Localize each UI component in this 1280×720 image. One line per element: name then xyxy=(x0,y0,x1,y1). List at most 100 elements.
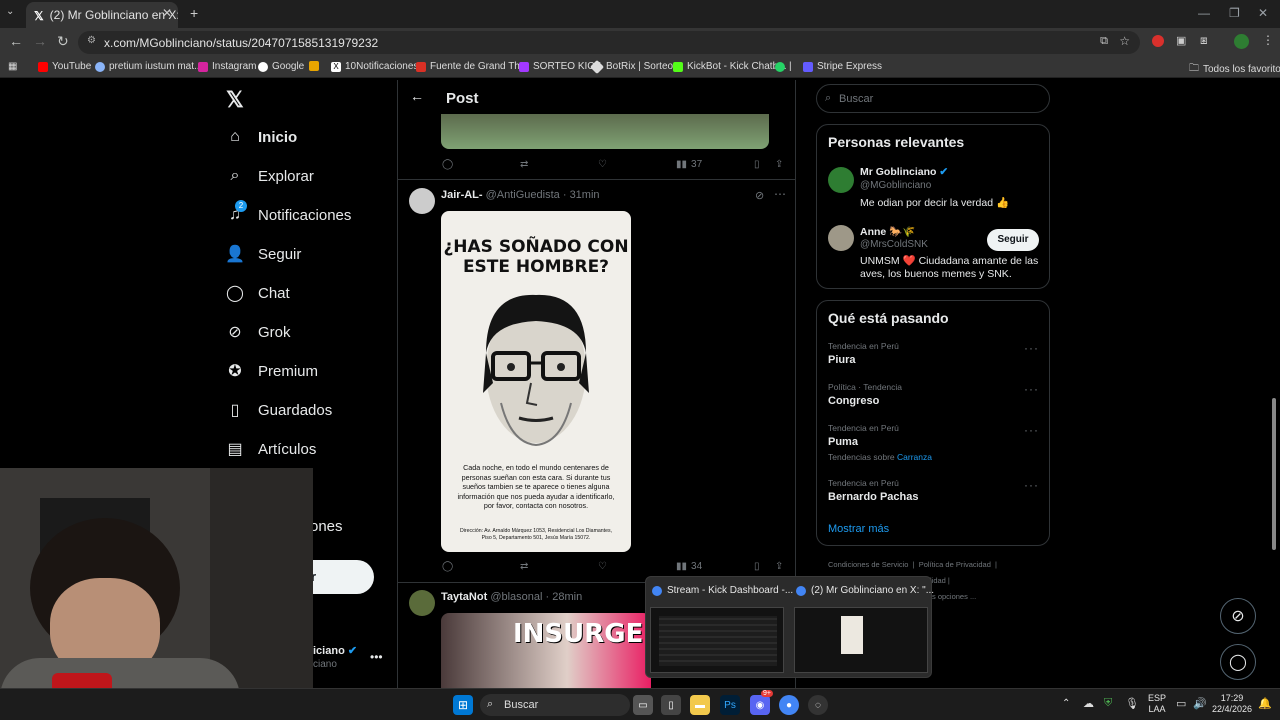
sidebar-item-premium[interactable]: ✪ Premium xyxy=(226,362,318,381)
person-handle[interactable]: @MGoblinciano xyxy=(860,180,931,191)
like-icon[interactable]: ♡ xyxy=(598,561,607,572)
microphone-icon[interactable]: 🎙 xyxy=(1125,697,1139,710)
follow-button[interactable]: Seguir xyxy=(987,229,1039,251)
post-time[interactable]: · 31min xyxy=(563,189,600,201)
sidebar-item-guardados[interactable]: ▯ Guardados xyxy=(226,401,333,420)
bookmark-fuente[interactable]: Fuente de Grand Th... xyxy=(416,61,528,72)
back-icon[interactable]: ← xyxy=(9,33,23,49)
thumbnail-window[interactable]: (2) Mr Goblinciano en X: "... xyxy=(796,585,934,596)
security-icon[interactable]: ⛨ xyxy=(1104,697,1112,710)
minimize-icon[interactable]: — xyxy=(1198,6,1210,20)
bookmark-10notificaciones[interactable]: X 10Notificaciones xyxy=(331,61,418,72)
install-app-icon[interactable]: ⧉ xyxy=(1100,35,1108,48)
onedrive-icon[interactable]: ☁ xyxy=(1083,697,1094,710)
x-logo-icon[interactable]: 𝕏 xyxy=(226,87,244,113)
trend-item[interactable]: Política · Tendencia Congreso xyxy=(828,382,902,407)
bookmark-botrix[interactable]: BotRix | Sorteos xyxy=(589,59,678,74)
sidebar-item-explorar[interactable]: ⌕ Explorar xyxy=(226,167,314,185)
grok-explain-icon[interactable]: ⊘ xyxy=(755,189,764,202)
reply2-media[interactable]: INSURGEN xyxy=(441,613,651,688)
language-indicator[interactable]: ESP LAA xyxy=(1148,693,1166,715)
bookmark-google[interactable]: Google xyxy=(258,61,304,72)
trend-more-icon[interactable]: ··· xyxy=(1024,423,1039,437)
url-bar[interactable]: ⚙ x.com/MGoblinciano/status/204707158513… xyxy=(78,31,1140,54)
post-time[interactable]: · 28min xyxy=(546,591,583,603)
bookmark-star-icon[interactable]: ☆ xyxy=(1119,34,1130,48)
browser-tab-active[interactable]: 𝕏 (2) Mr Goblinciano en X: "@Mrs ✕ xyxy=(26,2,178,28)
trend-item[interactable]: Tendencia en Perú Puma Tendencias sobre Ca… xyxy=(828,423,932,462)
window-close-icon[interactable]: ✕ xyxy=(1258,6,1268,20)
sidebar-item-grok[interactable]: ⊘ Grok xyxy=(226,323,290,342)
site-info-icon[interactable]: ⚙ xyxy=(87,35,96,46)
avatar[interactable] xyxy=(828,167,854,193)
extension-icon[interactable]: ▣ xyxy=(1176,34,1186,47)
share-icon[interactable]: ⇪ xyxy=(775,159,783,170)
repost-icon[interactable]: ⇄ xyxy=(520,159,528,170)
person-handle[interactable]: @MrsColdSNK xyxy=(860,239,928,250)
app-icon[interactable]: ▯ xyxy=(661,695,681,715)
task-view-icon[interactable]: ▭ xyxy=(633,695,653,715)
sidebar-item-seguir[interactable]: 👤 Seguir xyxy=(225,245,301,264)
views-stat[interactable]: ▮▮ 34 xyxy=(676,561,702,572)
bookmark-post-icon[interactable]: ▯ xyxy=(754,159,760,170)
bookmark-pretium[interactable]: pretium iustum mat... xyxy=(95,61,202,72)
account-more-icon[interactable]: ••• xyxy=(370,650,383,664)
windows-start-icon[interactable]: ⊞ xyxy=(453,695,473,715)
trend-more-icon[interactable]: ··· xyxy=(1024,341,1039,355)
bookmark-sorteo-kick[interactable]: SORTEO KICK xyxy=(519,61,601,72)
new-tab-icon[interactable]: + xyxy=(190,5,198,21)
reply-icon[interactable]: ◯ xyxy=(442,561,453,572)
bookmark-stripe[interactable]: Stripe Express xyxy=(803,61,882,72)
search-input[interactable]: ⌕ Buscar xyxy=(816,84,1050,113)
thumbnail-preview[interactable] xyxy=(794,607,928,673)
person-name[interactable]: Anne 🐎🌾 xyxy=(860,225,915,238)
notifications-icon[interactable]: 🔔 xyxy=(1258,697,1272,710)
extensions-puzzle-icon[interactable]: ⧆ xyxy=(1200,33,1208,48)
bookmark-instagram[interactable]: Instagram xyxy=(198,61,256,72)
trend-related-link[interactable]: Carranza xyxy=(897,452,932,462)
chrome-icon[interactable]: ● xyxy=(779,695,799,715)
trend-item[interactable]: Tendencia en Perú Bernardo Pachas xyxy=(828,478,918,503)
taskbar-search[interactable]: ⌕ Buscar xyxy=(480,694,630,716)
bookmark-extension[interactable] xyxy=(309,61,319,71)
poster-image[interactable]: ¿HAS SOÑADO CON ESTE HOMBRE? Cada noche,… xyxy=(441,211,631,552)
reply-icon[interactable]: ◯ xyxy=(442,159,453,170)
trend-more-icon[interactable]: ··· xyxy=(1024,382,1039,396)
author-name[interactable]: TaytaNot xyxy=(441,591,487,603)
browser-menu-icon[interactable]: ⋮ xyxy=(1262,33,1274,47)
trend-item[interactable]: Tendencia en Perú Piura xyxy=(828,341,899,366)
footer-links[interactable]: s opciones ... xyxy=(932,592,976,601)
person-name[interactable]: Mr Goblinciano ✔ xyxy=(860,166,948,178)
messages-fab-icon[interactable]: ◯ xyxy=(1220,644,1256,680)
app-icon[interactable]: ◌ xyxy=(808,695,828,715)
restore-icon[interactable]: ❐ xyxy=(1229,6,1240,20)
tab-search-icon[interactable]: ⌄ xyxy=(6,6,14,17)
profile-avatar[interactable] xyxy=(1234,34,1249,49)
bookmark-post-icon[interactable]: ▯ xyxy=(754,561,760,572)
all-favorites[interactable]: 🗀 Todos los favoritos xyxy=(1189,61,1280,78)
sidebar-item-inicio[interactable]: ⌂ Inicio xyxy=(226,128,297,146)
grok-fab-icon[interactable]: ⊘ xyxy=(1220,598,1256,634)
footer-links[interactable]: lidad | xyxy=(930,576,950,585)
bookmark-youtube[interactable]: YouTube xyxy=(38,61,91,72)
thumbnail-window[interactable]: Stream - Kick Dashboard -... xyxy=(652,585,793,596)
file-explorer-icon[interactable]: ▬ xyxy=(690,695,710,715)
clock[interactable]: 17:29 22/4/2026 xyxy=(1212,693,1252,715)
author-handle[interactable]: @AntiGuedista xyxy=(486,189,560,201)
views-stat[interactable]: ▮▮ 37 xyxy=(676,159,702,170)
tray-chevron-icon[interactable]: ⌃ xyxy=(1062,698,1070,709)
trend-more-icon[interactable]: ··· xyxy=(1024,478,1039,492)
repost-icon[interactable]: ⇄ xyxy=(520,561,528,572)
volume-icon[interactable]: 🔊 xyxy=(1193,697,1207,710)
first-post-media[interactable] xyxy=(441,114,769,149)
author-name[interactable]: Jair-AL- xyxy=(441,189,483,201)
apps-grid-icon[interactable]: ▦ xyxy=(8,61,17,72)
tab-close-icon[interactable]: ✕ xyxy=(162,6,172,20)
bookmark-kickbot[interactable]: KickBot - Kick Chatb... xyxy=(673,61,786,72)
footer-links[interactable]: Condiciones de Servicio | Política de Pr… xyxy=(828,560,997,569)
bookmark-whatsapp[interactable]: | xyxy=(775,61,792,72)
avatar[interactable] xyxy=(409,188,435,214)
account-name[interactable]: iciano ✔ xyxy=(313,644,357,657)
thumbnail-preview[interactable] xyxy=(650,607,784,673)
avatar[interactable] xyxy=(828,225,854,251)
